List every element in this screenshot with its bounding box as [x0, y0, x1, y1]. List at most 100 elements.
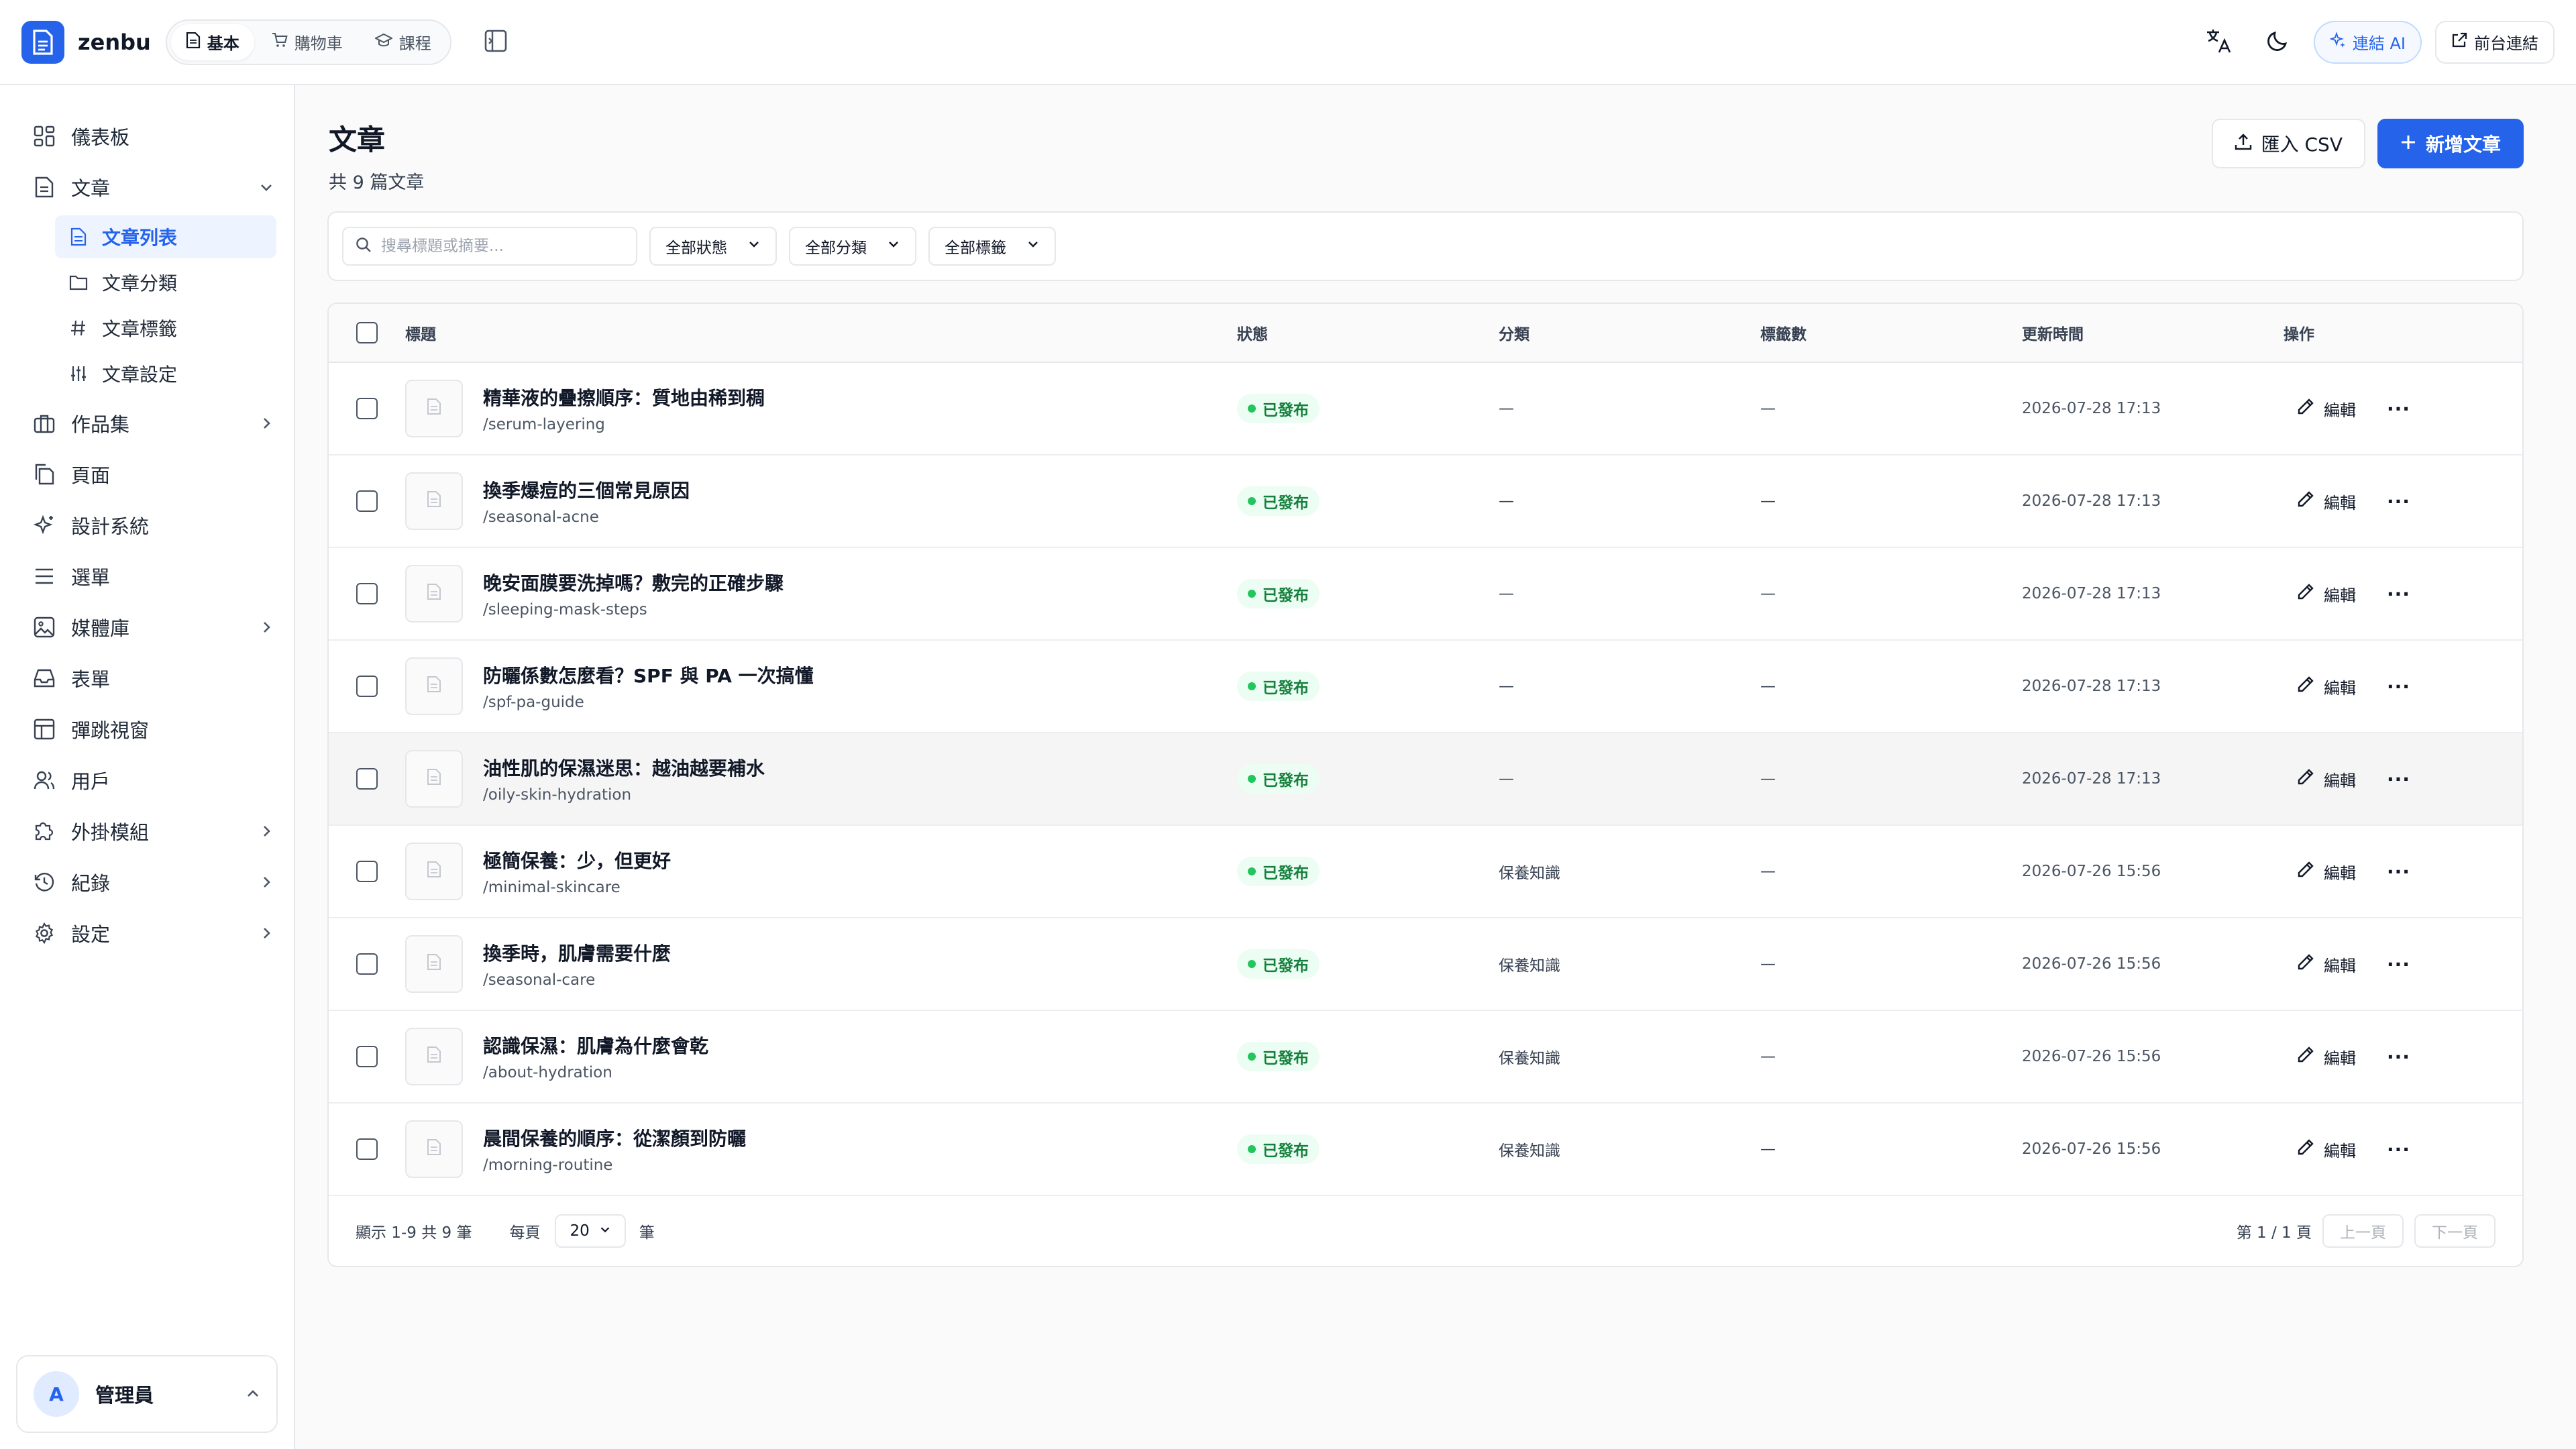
row-checkbox[interactable]	[356, 768, 378, 790]
sidebar-item-pages[interactable]: 頁面	[0, 449, 294, 500]
row-checkbox[interactable]	[356, 861, 378, 882]
mode-label: 課程	[398, 34, 431, 53]
column-header-category[interactable]: 分類	[1499, 321, 1760, 344]
user-menu[interactable]: A 管理員	[16, 1355, 278, 1433]
sidebar-item-logs[interactable]: 紀錄	[0, 857, 294, 908]
table-row[interactable]: 精華液的疊擦順序：質地由稀到稠/serum-layering 已發布 — — 2026-…	[329, 363, 2522, 455]
mode-basic[interactable]: 基本	[170, 23, 254, 60]
more-options-button[interactable]: ···	[2387, 861, 2410, 883]
article-title[interactable]: 晨間保養的順序：從潔顏到防曬	[483, 1124, 746, 1151]
more-options-button[interactable]: ···	[2387, 490, 2410, 513]
theme-toggle-button[interactable]	[2255, 19, 2300, 65]
connect-ai-button[interactable]: 連結 AI	[2313, 20, 2422, 64]
status-filter-select[interactable]: 全部狀態	[649, 227, 777, 266]
status-badge: 已發布	[1237, 579, 1320, 608]
column-header-title[interactable]: 標題	[405, 321, 1237, 344]
table-row[interactable]: 防曬係數怎麼看？SPF 與 PA 一次搞懂/spf-pa-guide 已發布 — — 2…	[329, 641, 2522, 733]
row-checkbox[interactable]	[356, 583, 378, 604]
article-title[interactable]: 認識保濕：肌膚為什麼會乾	[483, 1032, 708, 1059]
edit-button[interactable]: 編輯	[2297, 397, 2356, 421]
new-article-button[interactable]: 新增文章	[2377, 119, 2524, 168]
status-badge: 已發布	[1237, 672, 1320, 701]
sidebar-item-settings[interactable]: 設定	[0, 908, 294, 959]
sidebar-item-media[interactable]: 媒體庫	[0, 602, 294, 653]
row-checkbox[interactable]	[356, 953, 378, 975]
edit-button[interactable]: 編輯	[2297, 767, 2356, 791]
article-title[interactable]: 防曬係數怎麼看？SPF 與 PA 一次搞懂	[483, 661, 814, 688]
article-title[interactable]: 極簡保養：少，但更好	[483, 847, 671, 873]
more-options-button[interactable]: ···	[2387, 768, 2410, 790]
more-options-button[interactable]: ···	[2387, 583, 2410, 605]
row-checkbox[interactable]	[356, 676, 378, 697]
brand-name[interactable]: zenbu	[78, 30, 151, 55]
import-csv-button[interactable]: 匯入 CSV	[2211, 119, 2365, 168]
table-row[interactable]: 晚安面膜要洗掉嗎？敷完的正確步驟/sleeping-mask-steps 已發布 —…	[329, 548, 2522, 641]
article-title[interactable]: 精華液的疊擦順序：質地由稀到稠	[483, 384, 765, 411]
file-placeholder-icon	[427, 490, 441, 512]
more-options-button[interactable]: ···	[2387, 1138, 2410, 1161]
logo-icon[interactable]	[21, 20, 64, 64]
sidebar-subitem-article-settings[interactable]: 文章設定	[55, 352, 276, 395]
sidebar-item-plugins[interactable]: 外掛模組	[0, 806, 294, 857]
prev-page-button[interactable]: 上一頁	[2322, 1214, 2404, 1248]
sidebar-item-portfolio[interactable]: 作品集	[0, 398, 294, 449]
more-options-button[interactable]: ···	[2387, 953, 2410, 975]
article-title[interactable]: 晚安面膜要洗掉嗎？敷完的正確步驟	[483, 569, 784, 596]
edit-button[interactable]: 編輯	[2297, 675, 2356, 698]
row-checkbox[interactable]	[356, 1138, 378, 1160]
frontend-link-button[interactable]: 前台連結	[2435, 20, 2555, 64]
sidebar-item-label: 作品集	[71, 413, 130, 436]
table-row[interactable]: 極簡保養：少，但更好/minimal-skincare 已發布 保養知識 — 2026-…	[329, 826, 2522, 918]
column-header-updated[interactable]: 更新時間	[2022, 321, 2284, 344]
sidebar-item-articles[interactable]: 文章	[0, 162, 294, 213]
row-checkbox[interactable]	[356, 398, 378, 419]
table-row[interactable]: 換季爆痘的三個常見原因/seasonal-acne 已發布 — — 2026-07-28…	[329, 455, 2522, 548]
edit-button[interactable]: 編輯	[2297, 582, 2356, 606]
more-options-button[interactable]: ···	[2387, 676, 2410, 698]
article-title[interactable]: 換季時，肌膚需要什麼	[483, 939, 671, 966]
sidebar-subitem-article-tags[interactable]: 文章標籤	[55, 307, 276, 350]
mode-course[interactable]: 課程	[360, 24, 446, 60]
sidebar-item-forms[interactable]: 表單	[0, 653, 294, 704]
tag-filter-select[interactable]: 全部標籤	[928, 227, 1056, 266]
updated-time-cell: 2026-07-26 15:56	[2022, 863, 2161, 880]
page-title: 文章	[329, 123, 386, 156]
sidebar-item-design-system[interactable]: 設計系統	[0, 500, 294, 551]
column-header-tags[interactable]: 標籤數	[1760, 321, 2022, 344]
edit-button[interactable]: 編輯	[2297, 1138, 2356, 1161]
category-filter-value: 全部分類	[805, 239, 867, 257]
more-options-button[interactable]: ···	[2387, 1046, 2410, 1068]
table-row[interactable]: 晨間保養的順序：從潔顏到防曬/morning-routine 已發布 保養知識 — 20…	[329, 1104, 2522, 1196]
language-button[interactable]	[2196, 19, 2241, 65]
edit-button[interactable]: 編輯	[2297, 860, 2356, 883]
sidebar-item-popups[interactable]: 彈跳視窗	[0, 704, 294, 755]
table-row[interactable]: 換季時，肌膚需要什麼/seasonal-care 已發布 保養知識 — 2026-07-…	[329, 918, 2522, 1011]
edit-button[interactable]: 編輯	[2297, 490, 2356, 513]
row-checkbox[interactable]	[356, 490, 378, 512]
sidebar-item-menus[interactable]: 選單	[0, 551, 294, 602]
pencil-icon	[2297, 490, 2314, 512]
table-footer: 顯示 1-9 共 9 筆 每頁 20 筆 第 1 / 1 頁 上一頁 下一頁	[329, 1196, 2522, 1266]
sidebar-item-dashboard[interactable]: 儀表板	[0, 111, 294, 162]
column-header-status[interactable]: 狀態	[1237, 321, 1499, 344]
more-options-button[interactable]: ···	[2387, 398, 2410, 420]
table-row[interactable]: 認識保濕：肌膚為什麼會乾/about-hydration 已發布 保養知識 — 2026…	[329, 1011, 2522, 1104]
category-filter-select[interactable]: 全部分類	[789, 227, 916, 266]
select-all-checkbox[interactable]	[356, 322, 378, 343]
sidebar-subitem-article-categories[interactable]: 文章分類	[55, 261, 276, 304]
article-title[interactable]: 油性肌的保濕迷思：越油越要補水	[483, 754, 765, 781]
status-dot	[1248, 960, 1256, 968]
article-title[interactable]: 換季爆痘的三個常見原因	[483, 476, 690, 503]
sidebar-item-users[interactable]: 用戶	[0, 755, 294, 806]
edit-button[interactable]: 編輯	[2297, 1045, 2356, 1069]
sidebar-toggle-button[interactable]	[478, 25, 513, 60]
mode-cart[interactable]: 購物車	[257, 24, 358, 60]
edit-button[interactable]: 編輯	[2297, 953, 2356, 976]
table-row[interactable]: 油性肌的保濕迷思：越油越要補水/oily-skin-hydration 已發布 — —…	[329, 733, 2522, 826]
search-input[interactable]	[381, 237, 624, 255]
category-cell: —	[1499, 492, 1514, 510]
next-page-button[interactable]: 下一頁	[2414, 1214, 2496, 1248]
per-page-select[interactable]: 20	[555, 1214, 626, 1248]
sidebar-subitem-article-list[interactable]: 文章列表	[55, 215, 276, 258]
row-checkbox[interactable]	[356, 1046, 378, 1067]
